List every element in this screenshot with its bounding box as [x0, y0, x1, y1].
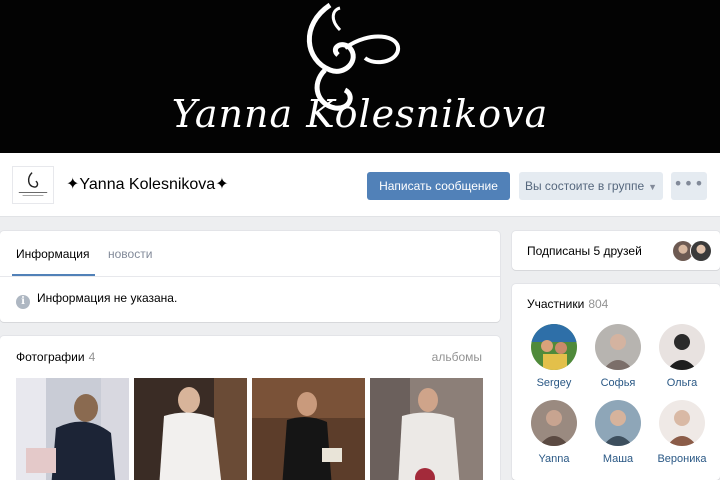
membership-dropdown-button[interactable]: Вы состоите в группе ▼ — [519, 172, 663, 200]
info-empty-row: i Информация не указана. — [16, 291, 177, 309]
member-name: Sergey — [536, 377, 572, 389]
info-panel: Информация новости i Информация не указан… — [0, 231, 500, 322]
member-avatar — [531, 324, 577, 370]
member-name: Маша — [602, 453, 634, 465]
member-name: Yanna — [538, 453, 570, 465]
membership-label: Вы состоите в группе — [524, 179, 645, 193]
member-avatar-image — [531, 400, 577, 446]
cover-brand-text: Yanna Kolesnikova — [171, 92, 549, 136]
photos-title: Фотографии — [16, 350, 85, 364]
photo-thumbnail[interactable] — [134, 378, 247, 480]
friend-avatar[interactable] — [690, 240, 712, 262]
member-avatar — [659, 400, 705, 446]
photos-heading[interactable]: Фотографии 4 — [16, 350, 95, 364]
photo-image — [16, 378, 129, 480]
active-tab-indicator — [12, 274, 95, 276]
members-title: Участники — [527, 297, 585, 311]
friend-avatar-image — [691, 241, 711, 261]
photo-image — [134, 378, 247, 480]
member-item[interactable]: Маша — [586, 400, 650, 465]
member-item[interactable]: Ольга — [650, 324, 714, 389]
members-panel: Участники 804 Sergey Софья Ольга Yanna М… — [512, 284, 720, 480]
photo-thumbnail[interactable] — [252, 378, 365, 480]
info-icon: i — [16, 295, 30, 309]
members-count: 804 — [588, 297, 609, 311]
member-avatar — [595, 400, 641, 446]
photo-image — [370, 378, 483, 480]
member-name: Вероника — [657, 453, 707, 465]
member-item[interactable]: Sergey — [522, 324, 586, 389]
avatar-logo-graphic — [18, 172, 48, 196]
member-avatar-image — [595, 400, 641, 446]
photos-count: 4 — [88, 350, 96, 364]
friends-panel[interactable]: Подписаны 5 друзей — [512, 231, 720, 270]
chevron-down-icon: ▼ — [648, 182, 658, 192]
more-icon: ••• — [673, 174, 705, 193]
community-header: ✦Yanna Kolesnikova✦ Написать сообщение В… — [0, 153, 720, 217]
photo-thumbnail[interactable] — [16, 378, 129, 480]
member-avatar — [659, 324, 705, 370]
community-title: ✦Yanna Kolesnikova✦ — [66, 176, 229, 193]
more-actions-button[interactable]: ••• — [671, 172, 707, 200]
member-avatar — [595, 324, 641, 370]
member-item[interactable]: Yanna — [522, 400, 586, 465]
community-avatar[interactable] — [12, 166, 54, 204]
photo-image — [252, 378, 365, 480]
member-name: Ольга — [666, 377, 698, 389]
photos-panel: Фотографии 4 альбомы — [0, 336, 500, 480]
photo-thumbnail[interactable] — [370, 378, 483, 480]
info-empty-text: Информация не указана. — [37, 291, 178, 305]
albums-link[interactable]: альбомы — [432, 350, 482, 364]
member-item[interactable]: Вероника — [650, 400, 714, 465]
member-avatar-image — [659, 400, 705, 446]
members-heading[interactable]: Участники 804 — [527, 297, 608, 311]
member-name: Софья — [600, 377, 636, 389]
member-avatar-image — [595, 324, 641, 370]
send-message-button[interactable]: Написать сообщение — [367, 172, 510, 200]
member-avatar — [531, 400, 577, 446]
info-tabs: Информация новости — [0, 231, 500, 277]
tab-information[interactable]: Информация — [16, 247, 89, 261]
community-cover: Yanna Kolesnikova — [0, 0, 720, 153]
member-avatar-image — [659, 324, 705, 370]
member-avatar-image — [531, 324, 577, 370]
tab-news[interactable]: новости — [108, 247, 152, 261]
friends-subscribed-text: Подписаны 5 друзей — [527, 244, 642, 258]
member-item[interactable]: Софья — [586, 324, 650, 389]
